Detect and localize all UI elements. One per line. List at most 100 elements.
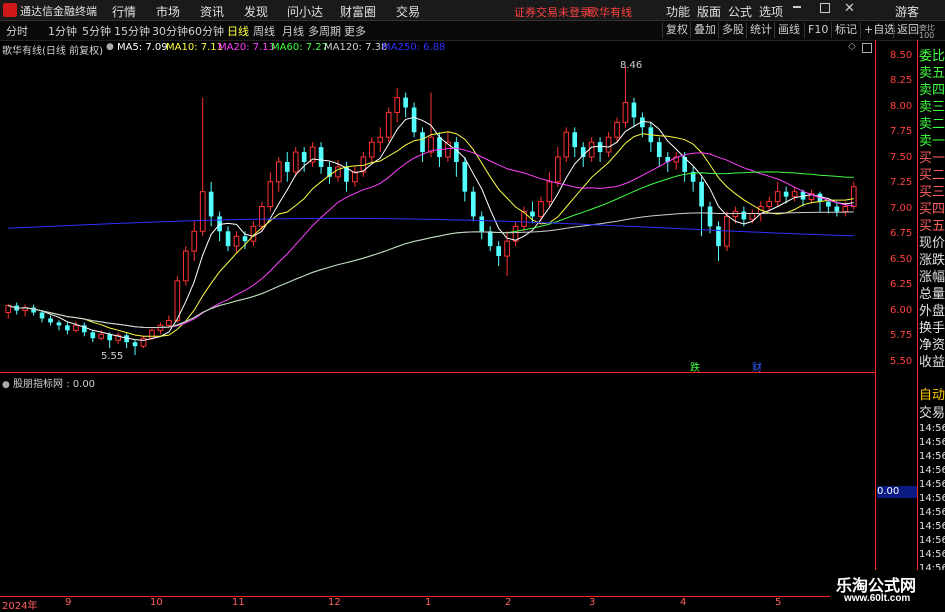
huaxian-button[interactable]: 画线: [774, 22, 803, 38]
date-tick: 3: [589, 597, 596, 608]
login-status[interactable]: 证券交易未登录: [514, 4, 591, 20]
candle-body: [292, 151, 299, 173]
period-15min[interactable]: 15分钟: [114, 23, 150, 39]
fuquan-button[interactable]: 复权: [662, 22, 691, 38]
menu-banmian[interactable]: 版面: [697, 3, 721, 20]
candle-body: [411, 107, 417, 133]
candle-body: [496, 246, 501, 257]
candle-body: [850, 186, 857, 208]
auto-trade-label[interactable]: 自动: [919, 384, 945, 403]
menu-gongshi[interactable]: 公式: [728, 3, 752, 20]
trade-time: 14:56: [919, 521, 945, 532]
app-title: 通达信金融终端: [20, 5, 97, 18]
menu-wenxiaoda[interactable]: 问小达: [287, 3, 323, 20]
period-more[interactable]: 更多: [344, 23, 366, 39]
candle-body: [749, 212, 756, 220]
period-fenshi[interactable]: 分时: [6, 23, 28, 39]
candle-body: [588, 141, 595, 158]
candle-body: [284, 161, 290, 172]
trade-time: 14:56: [919, 535, 945, 546]
date-tick: 4: [680, 597, 687, 608]
price-tick: 5.75: [890, 330, 913, 341]
maximize-icon[interactable]: [820, 3, 830, 13]
menu-hangqing[interactable]: 行情: [112, 3, 136, 20]
candle-body: [394, 97, 401, 113]
duogu-button[interactable]: 多股: [718, 22, 747, 38]
candle-body: [73, 324, 79, 331]
candle-body: [546, 181, 553, 203]
back-button[interactable]: 返回: [893, 22, 922, 38]
price-tick: 7.75: [890, 126, 913, 137]
date-axis: 2024年 9 10 11 12 1 2 3 4 5: [0, 596, 875, 612]
candle-body: [182, 250, 189, 282]
date-tick: 12: [328, 597, 341, 608]
minimize-icon[interactable]: [793, 6, 801, 8]
period-5min[interactable]: 5分钟: [82, 23, 111, 39]
settings-dot-icon[interactable]: ●: [2, 380, 10, 390]
date-tick: 5: [775, 597, 782, 608]
f10-button[interactable]: F10: [804, 22, 831, 38]
trade-time: 14:56: [919, 549, 945, 560]
low-annotation: 5.55: [101, 351, 124, 362]
candle-body: [479, 216, 485, 232]
menu-zixun[interactable]: 资讯: [200, 3, 224, 20]
candle-body: [199, 191, 206, 232]
period-1min[interactable]: 1分钟: [48, 23, 77, 39]
candle-body: [420, 132, 425, 153]
candle-body: [631, 102, 637, 118]
period-day[interactable]: 日线: [227, 23, 249, 39]
diejia-button[interactable]: 叠加: [690, 22, 719, 38]
sub-indicator-text: 股朋指标网 : 0.00: [13, 379, 96, 390]
candle-body: [5, 305, 12, 314]
menu-caifuquan[interactable]: 财富圈: [340, 3, 376, 20]
period-toolbar: 分时 1分钟 5分钟 15分钟 30分钟 60分钟 日线 周线 月线 多周期 更…: [0, 21, 945, 41]
period-month[interactable]: 月线: [282, 23, 304, 39]
tongji-button[interactable]: 统计: [746, 22, 775, 38]
candle-body: [538, 201, 544, 217]
candle-body: [437, 137, 442, 158]
candle-body: [791, 191, 798, 198]
period-60min[interactable]: 60分钟: [188, 23, 224, 39]
candle-body: [716, 226, 721, 247]
menu-shichang[interactable]: 市场: [156, 3, 180, 20]
period-week[interactable]: 周线: [253, 23, 275, 39]
candle-body: [267, 181, 274, 208]
candle-body: [98, 333, 105, 339]
period-multi[interactable]: 多周期: [308, 23, 341, 39]
candle-body: [563, 131, 570, 158]
close-icon[interactable]: ✕: [844, 1, 855, 16]
watermark-box: 乐淘公式网 www.60lt.com: [830, 570, 945, 609]
date-tick: 2: [505, 597, 512, 608]
period-30min[interactable]: 30分钟: [152, 23, 188, 39]
price-tick: 8.25: [890, 75, 913, 86]
menu-faxian[interactable]: 发现: [244, 3, 268, 20]
stock-name-title: 歌华有线: [588, 6, 632, 19]
price-tick: 6.75: [890, 228, 913, 239]
candle-body: [428, 136, 434, 153]
side-top-label: 委比 100: [919, 24, 935, 40]
candle-body: [504, 240, 510, 257]
candle-body: [403, 97, 408, 108]
candle-body: [622, 102, 629, 123]
trade-time: 14:56: [919, 479, 945, 490]
date-tick: 11: [232, 597, 245, 608]
menu-xuanxiang[interactable]: 选项: [759, 3, 783, 20]
price-axis: [875, 40, 918, 596]
candle-body: [90, 332, 96, 339]
user-label[interactable]: 游客: [895, 3, 919, 20]
watermark-url: www.60lt.com: [844, 593, 911, 604]
candle-body: [487, 231, 493, 247]
biaoji-button[interactable]: 标记: [831, 22, 860, 38]
kline-chart[interactable]: [0, 40, 875, 370]
trade-label[interactable]: 交易: [919, 402, 945, 421]
price-tick: 6.50: [890, 254, 913, 265]
menu-gongneng[interactable]: 功能: [666, 3, 690, 20]
candle-body: [233, 235, 240, 247]
date-tick: 1: [425, 597, 432, 608]
candle-body: [470, 191, 476, 217]
candle-body: [368, 141, 375, 158]
candle-body: [707, 206, 713, 227]
menu-jiaoyi[interactable]: 交易: [396, 3, 420, 20]
trade-time: 14:56: [919, 451, 945, 462]
candle-body: [275, 161, 282, 183]
